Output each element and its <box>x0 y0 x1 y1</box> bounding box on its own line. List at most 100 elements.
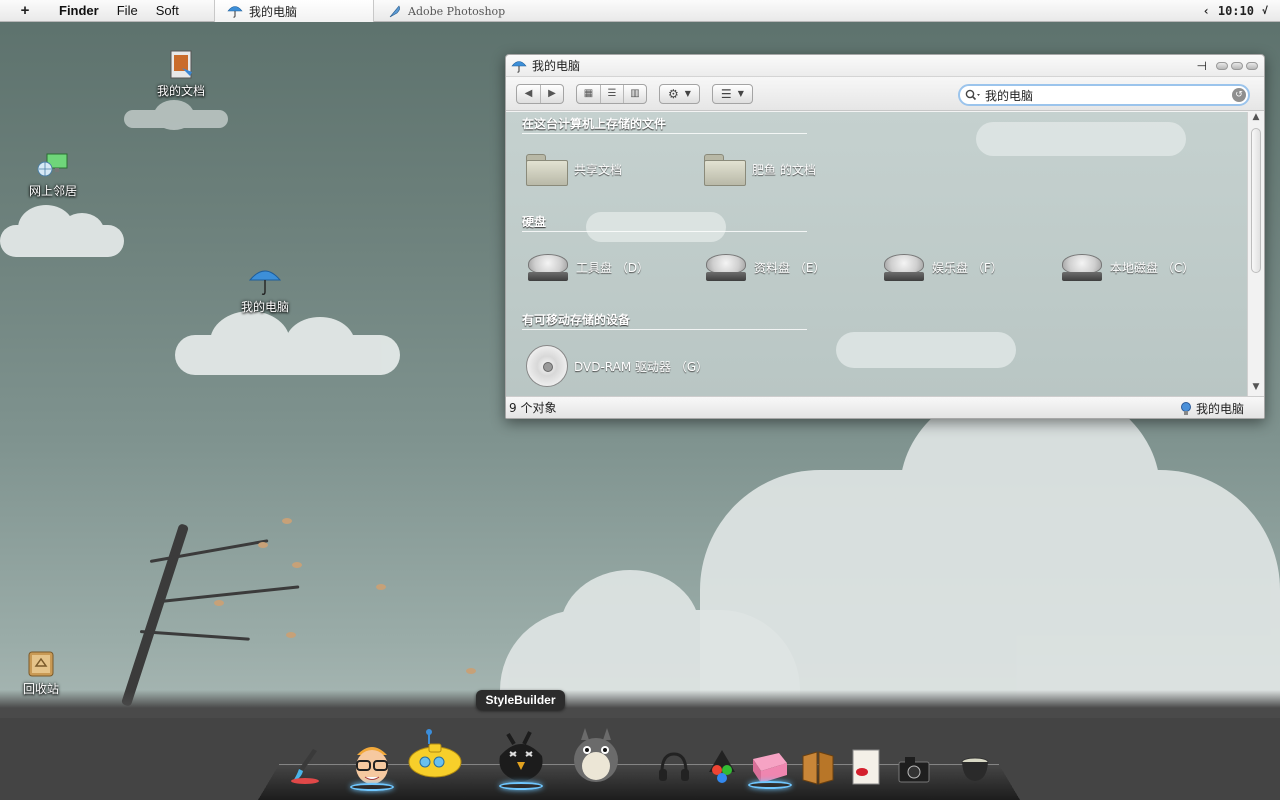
dock-item-stylebuilder[interactable] <box>486 716 556 790</box>
clock-time: 10:10 <box>1217 4 1254 18</box>
umbrella-icon <box>511 60 527 73</box>
menu-soft[interactable]: Soft <box>147 3 188 18</box>
drive-label: 娱乐盘 （F） <box>932 260 1003 275</box>
wallpaper-ground <box>0 690 1280 720</box>
icon-view-button[interactable]: ▦ <box>577 85 600 103</box>
menu-finder[interactable]: Finder <box>50 3 108 18</box>
folder-icon <box>704 152 746 186</box>
status-count: 9 个对象 <box>509 401 557 415</box>
window-title-bar[interactable]: 我的电脑 <box>506 55 1264 77</box>
minimize-button[interactable] <box>1216 62 1228 70</box>
section-header-removable: 有可移动存储的设备 <box>522 311 807 330</box>
caret-down-icon: ▼ <box>737 89 744 98</box>
dock-item-headphones[interactable] <box>656 748 692 784</box>
desktop-icon-my-documents[interactable]: 我的文档 <box>141 50 221 99</box>
dock-active-indicator <box>499 782 543 790</box>
dock-item-totoro[interactable] <box>568 724 624 784</box>
vertical-scrollbar[interactable]: ▲ ▼ <box>1247 112 1264 396</box>
wallpaper-leaf <box>214 600 224 606</box>
search-field[interactable]: 我的电脑 ↺ <box>958 84 1250 106</box>
dock-item-camera[interactable] <box>896 750 932 784</box>
camera-icon <box>898 757 930 783</box>
section-header-hard-drives: 硬盘 <box>522 213 807 232</box>
close-button[interactable] <box>1246 62 1258 70</box>
desktop-icon-label: 我的电脑 <box>240 300 289 314</box>
desktop-icon-my-computer[interactable]: 我的电脑 <box>225 266 305 315</box>
face-icon <box>356 747 388 784</box>
drive-label: 资料盘 （E） <box>754 260 826 275</box>
folder-icon <box>526 152 568 186</box>
folder-item[interactable]: 共享文档 <box>526 149 622 189</box>
menu-bar: + Finder File Soft 我的电脑 Adobe Photoshop … <box>0 0 1280 22</box>
dock-item-paint-tool[interactable] <box>285 745 325 785</box>
crow-icon <box>499 731 543 782</box>
drive-item[interactable]: 本地磁盘 （C） <box>1060 247 1194 287</box>
dock-item-pink-box[interactable] <box>748 743 792 789</box>
desktop-icon-label: 回收站 <box>22 682 59 696</box>
clear-search-icon[interactable]: ↺ <box>1232 88 1246 102</box>
computer-icon <box>1180 401 1191 415</box>
dock-item-tea-cup[interactable] <box>958 752 992 784</box>
wallpaper-tree-branch <box>139 630 250 641</box>
card-icon <box>852 749 880 785</box>
folder-item[interactable]: 肥鱼 的文档 <box>704 149 816 189</box>
plus-icon[interactable]: + <box>0 2 50 19</box>
removable-item[interactable]: DVD-RAM 驱动器 （G） <box>526 343 708 389</box>
dock-active-indicator <box>350 783 394 791</box>
headphones-icon <box>659 752 689 781</box>
maximize-button[interactable] <box>1231 62 1243 70</box>
scroll-up-icon[interactable]: ▲ <box>1248 112 1264 126</box>
dock-item-colorful[interactable] <box>704 746 740 786</box>
status-location: 我的电脑 <box>1180 400 1244 417</box>
dock-active-indicator <box>748 781 792 789</box>
dock-item-book[interactable] <box>800 748 836 786</box>
drive-item[interactable]: 娱乐盘 （F） <box>882 247 1003 287</box>
wallpaper-tree-branch <box>159 585 300 603</box>
signal-icon: √ <box>1261 5 1268 17</box>
wallpaper-tree <box>120 523 190 707</box>
search-icon <box>965 89 980 101</box>
dvd-drive-icon <box>526 345 568 387</box>
scroll-thumb[interactable] <box>1251 128 1261 273</box>
action-menu-button[interactable]: ⚙ ▼ <box>659 83 700 104</box>
hard-drive-icon <box>882 250 926 284</box>
dock-item-geek-avatar[interactable] <box>348 733 396 791</box>
window-content: 在这台计算机上存储的文件 共享文档 肥鱼 的文档 硬盘 工具盘 （D） 资料盘 … <box>506 112 1248 396</box>
menu-file[interactable]: File <box>108 3 147 18</box>
window-title: 我的电脑 <box>532 59 581 73</box>
hard-drive-icon <box>1060 250 1104 284</box>
clock[interactable]: ‹ 10:10 √ <box>1203 0 1268 22</box>
hard-drive-icon <box>526 250 570 284</box>
scroll-down-icon[interactable]: ▼ <box>1248 382 1264 396</box>
desktop-icon-recycle-bin[interactable]: 回收站 <box>1 648 81 697</box>
dock-item-submarine[interactable] <box>406 724 466 784</box>
drive-item[interactable]: 工具盘 （D） <box>526 247 649 287</box>
list-view-button[interactable]: ☰ <box>600 84 623 103</box>
wallpaper-leaf <box>376 584 386 590</box>
drive-item[interactable]: 资料盘 （E） <box>704 247 825 287</box>
dock-item-love-card[interactable] <box>848 746 884 786</box>
recycle-bin-icon <box>28 651 54 677</box>
caret-down-icon: ▼ <box>684 89 691 98</box>
forward-button[interactable]: ▶ <box>540 84 563 103</box>
pin-icon[interactable]: ⊣ <box>1197 59 1207 73</box>
chevron-left-icon[interactable]: ‹ <box>1203 4 1210 18</box>
desktop-icon-network[interactable]: 网上邻居 <box>13 152 93 199</box>
wallpaper-leaf <box>286 632 296 638</box>
wallpaper-leaf <box>466 668 476 674</box>
window-controls: ⊣ <box>1197 59 1258 73</box>
back-button[interactable]: ◀ <box>517 85 540 103</box>
folder-label: 肥鱼 的文档 <box>752 162 816 177</box>
removable-label: DVD-RAM 驱动器 （G） <box>574 359 709 374</box>
arrange-menu-button[interactable]: ☰ ▼ <box>711 83 753 104</box>
brush-icon <box>291 749 319 784</box>
palette-icon <box>709 750 735 783</box>
tab-photoshop[interactable]: Adobe Photoshop <box>376 0 556 22</box>
column-view-button[interactable]: ▥ <box>623 84 646 103</box>
wallpaper-cloud <box>124 100 228 130</box>
tab-photoshop-label: Adobe Photoshop <box>408 4 506 18</box>
tab-my-computer[interactable]: 我的电脑 <box>214 0 374 22</box>
content-cloud <box>836 332 1016 368</box>
search-input[interactable]: 我的电脑 <box>985 87 1228 104</box>
status-location-label: 我的电脑 <box>1195 402 1244 416</box>
